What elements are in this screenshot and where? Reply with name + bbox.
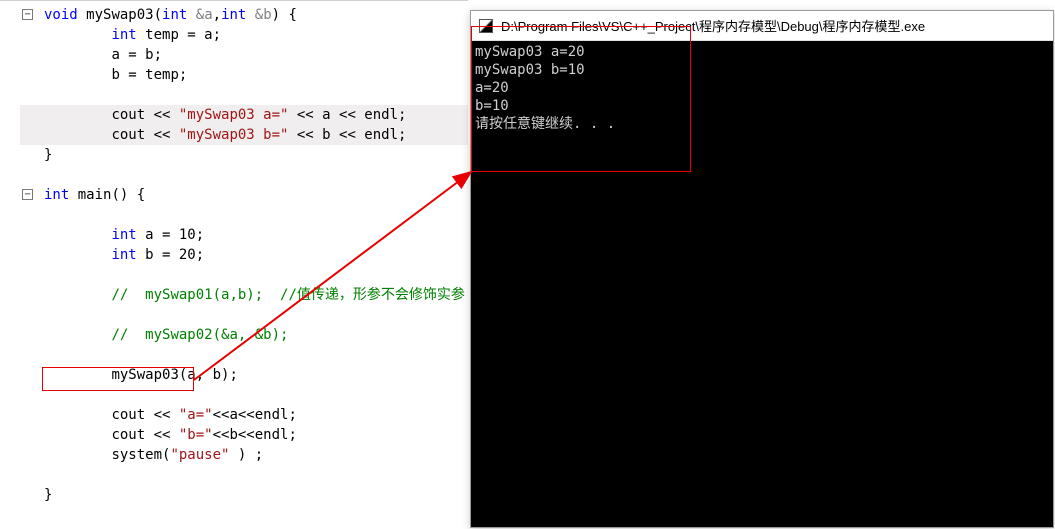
code-line[interactable]: cout << "b="<<b<<endl; [0,425,468,445]
code-line[interactable]: cout << "mySwap03 a=" << a << endl; [0,105,468,125]
code-line[interactable]: cout << "mySwap03 b=" << b << endl; [0,125,468,145]
code-line[interactable]: int temp = a; [0,25,468,45]
code-line[interactable]: cout << "a="<<a<<endl; [0,405,468,425]
code-line[interactable] [0,165,468,185]
code-line[interactable] [0,385,468,405]
console-window: D:\Program Files\VS\C++_Project\程序内存模型\D… [470,10,1054,528]
code-line[interactable] [0,85,468,105]
code-line[interactable]: b = temp; [0,65,468,85]
code-line[interactable] [0,465,468,485]
code-line[interactable]: void mySwap03(int &a,int &b) { [0,5,468,25]
code-line[interactable]: int a = 10; [0,225,468,245]
console-title: D:\Program Files\VS\C++_Project\程序内存模型\D… [501,16,925,35]
code-line[interactable]: mySwap03(a, b); [0,365,468,385]
code-line[interactable] [0,265,468,285]
code-line[interactable] [0,205,468,225]
code-line[interactable]: // mySwap02(&a, &b); [0,325,468,345]
console-output[interactable]: mySwap03 a=20 mySwap03 b=10 a=20 b=10 请按… [471,41,1053,527]
code-editor[interactable]: void mySwap03(int &a,int &b) { int temp … [0,0,468,529]
code-line[interactable]: a = b; [0,45,468,65]
code-line[interactable]: int b = 20; [0,245,468,265]
code-line[interactable]: system("pause" ) ; [0,445,468,465]
console-titlebar: D:\Program Files\VS\C++_Project\程序内存模型\D… [471,11,1053,41]
code-line[interactable]: int main() { [0,185,468,205]
code-line[interactable]: } [0,485,468,505]
code-line[interactable] [0,345,468,365]
code-line[interactable]: // mySwap01(a,b); //值传递，形参不会修饰实参 [0,285,468,305]
code-line[interactable] [0,305,468,325]
fold-toggle-icon[interactable] [22,189,33,200]
code-line[interactable]: } [0,145,468,165]
app-icon [479,19,493,33]
fold-toggle-icon[interactable] [22,9,33,20]
